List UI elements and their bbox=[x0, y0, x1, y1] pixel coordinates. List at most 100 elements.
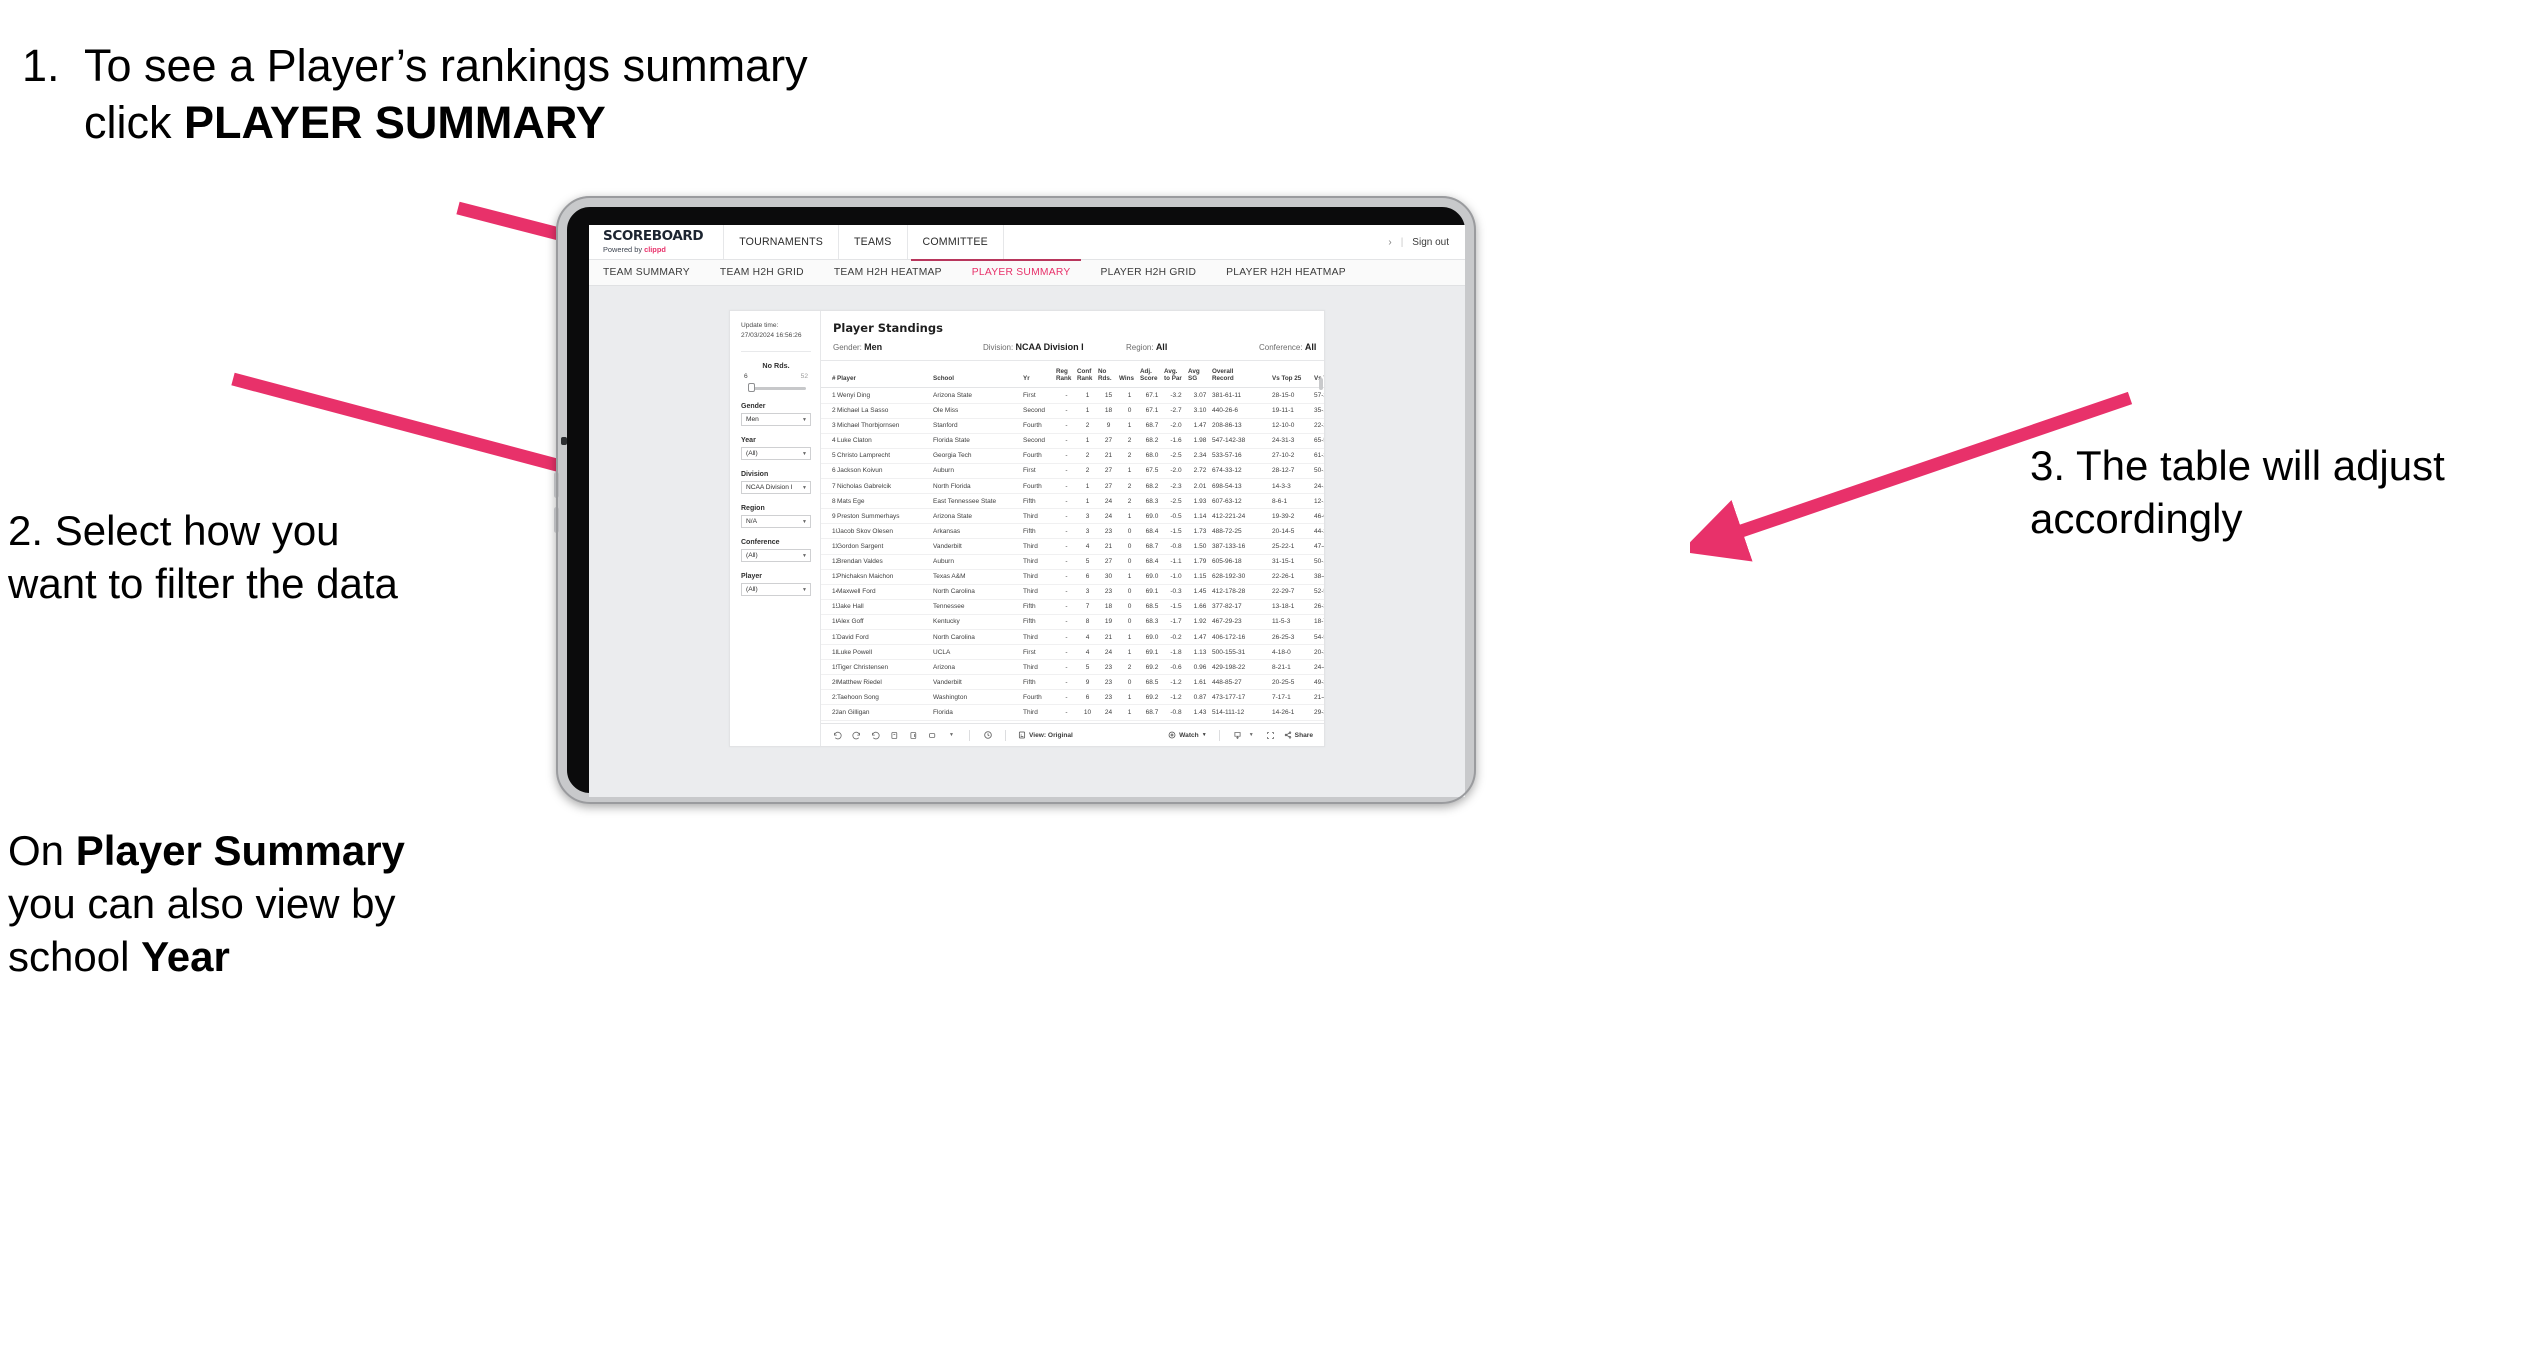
table-row[interactable]: 11Gordon SargentVanderbiltThird-421068.7… bbox=[821, 538, 1324, 555]
filter-year-value: (All) bbox=[746, 450, 758, 458]
filter-gender-select[interactable]: Men ▼ bbox=[741, 413, 811, 427]
cell-vs-top-50: 50-18-5 bbox=[1314, 554, 1324, 570]
sign-out-link[interactable]: Sign out bbox=[1412, 237, 1449, 248]
table-row[interactable]: 1 Wenyi Ding Arizona State First -1 15 1 67.1 -3… bbox=[821, 387, 1324, 404]
col-yr[interactable]: Yr bbox=[1023, 361, 1056, 389]
pause-icon[interactable] bbox=[908, 730, 919, 741]
tab-team-h2h-heatmap[interactable]: TEAM H2H HEATMAP bbox=[834, 267, 942, 278]
cell-vs-top-25: 7-17-1 bbox=[1272, 689, 1314, 706]
col-conf-rank[interactable]: Conf Rank bbox=[1077, 361, 1098, 389]
col-wins[interactable]: Wins bbox=[1119, 361, 1140, 389]
tab-team-summary[interactable]: TEAM SUMMARY bbox=[603, 267, 690, 278]
table-row[interactable]: 18Luke PowellUCLAFirst-424169.1-1.81.135… bbox=[821, 644, 1324, 661]
cell-avg-to-par: -0.8 bbox=[1164, 538, 1188, 555]
filter-region-value: N/A bbox=[746, 518, 757, 526]
cell-wins: 2 bbox=[1119, 659, 1140, 676]
undo-icon[interactable] bbox=[832, 730, 843, 741]
brand-title: SCOREBOARD bbox=[603, 227, 704, 244]
table-row[interactable]: 12Brendan ValdesAuburnThird-527068.4-1.1… bbox=[821, 554, 1324, 570]
tablet-volume-up-button[interactable] bbox=[554, 472, 559, 498]
filter-division-value: NCAA Division I bbox=[746, 484, 793, 492]
table-row[interactable]: 9 Preston Summerhays Arizona State Third -3 2… bbox=[821, 508, 1324, 525]
cell-avg-sg: 1.47 bbox=[1188, 418, 1212, 434]
cell-reg-rank: - bbox=[1056, 614, 1077, 630]
nav-item-committee[interactable]: COMMITTEE bbox=[908, 225, 1004, 259]
tab-player-h2h-grid[interactable]: PLAYER H2H GRID bbox=[1100, 267, 1196, 278]
cell-rank: 21 bbox=[821, 689, 837, 706]
summary-division: Division: NCAA Division I bbox=[983, 342, 1126, 352]
table-row[interactable]: 2 Michael La Sasso Ole Miss Second -1 18 0 67.1… bbox=[821, 403, 1324, 419]
cell-yr: Fourth bbox=[1023, 478, 1056, 495]
col-avg-sg[interactable]: Avg SG bbox=[1188, 361, 1212, 389]
col-adj-score[interactable]: Adj. Score bbox=[1140, 361, 1164, 389]
table-scrollbar[interactable] bbox=[1319, 378, 1323, 390]
col-player[interactable]: Player bbox=[837, 361, 933, 389]
nav-item-teams[interactable]: TEAMS bbox=[839, 225, 908, 259]
cell-overall-record: 488-72-25 bbox=[1212, 523, 1272, 540]
standings-table-scroll[interactable]: # Player School Yr Reg Rank Conf Rank No Rd… bbox=[821, 361, 1324, 723]
table-row[interactable]: 7 Nicholas Gabrelcik North Florida Fourth -1… bbox=[821, 478, 1324, 495]
filter-conference-select[interactable]: (All) ▼ bbox=[741, 549, 811, 563]
cell-wins: 1 bbox=[1119, 569, 1140, 585]
filter-player-select[interactable]: (All) ▼ bbox=[741, 583, 811, 597]
table-row[interactable]: 13Phichaksn MaichonTexas A&MThird-630169… bbox=[821, 569, 1324, 585]
dropdown-caret-icon[interactable]: ▼ bbox=[946, 730, 957, 741]
table-row[interactable]: 21Taehoon SongWashingtonFourth-623169.2-… bbox=[821, 689, 1324, 706]
view-original-button[interactable]: View: Original bbox=[1018, 731, 1073, 739]
brand-tagline: Powered by clippd bbox=[603, 245, 703, 254]
cell-vs-top-25: 28-12-7 bbox=[1272, 463, 1314, 480]
col-overall-record[interactable]: Overall Record bbox=[1212, 361, 1272, 389]
tab-player-summary[interactable]: PLAYER SUMMARY bbox=[972, 267, 1071, 278]
share-button[interactable]: Share bbox=[1284, 731, 1313, 739]
watch-button[interactable]: Watch ▼ bbox=[1168, 731, 1207, 739]
table-row[interactable]: 8 Mats Ege East Tennessee State Fifth -1 24 2 6… bbox=[821, 493, 1324, 510]
table-row[interactable]: 6 Jackson Koivun Auburn First -2 27 1 67.5 -2.0 2… bbox=[821, 463, 1324, 480]
table-row[interactable]: 14Maxwell FordNorth CarolinaThird-323069… bbox=[821, 584, 1324, 600]
cell-adj-score: 67.1 bbox=[1140, 387, 1164, 404]
cell-rank: 11 bbox=[821, 538, 837, 555]
table-row[interactable]: 3 Michael Thorbjornsen Stanford Fourth -2 9 1 6… bbox=[821, 418, 1324, 434]
no-rounds-slider[interactable] bbox=[741, 383, 811, 393]
filter-division-select[interactable]: NCAA Division I ▼ bbox=[741, 481, 811, 495]
cell-wins: 0 bbox=[1119, 403, 1140, 419]
filter-shape-icon[interactable] bbox=[927, 730, 938, 741]
table-row[interactable]: 10Jacob Skov OlesenArkansasFifth-323068.… bbox=[821, 523, 1324, 540]
cell-adj-score: 69.2 bbox=[1140, 689, 1164, 706]
download-icon[interactable] bbox=[1232, 730, 1243, 741]
slider-handle[interactable] bbox=[748, 383, 755, 393]
chevron-right-icon[interactable]: › bbox=[1388, 237, 1391, 248]
filter-region-select[interactable]: N/A ▼ bbox=[741, 515, 811, 529]
revert-icon[interactable] bbox=[870, 730, 881, 741]
cell-reg-rank: - bbox=[1056, 387, 1077, 404]
table-row[interactable]: 15Jake HallTennesseeFifth-718068.5-1.51.… bbox=[821, 599, 1324, 615]
tablet-volume-down-button[interactable] bbox=[554, 507, 559, 533]
col-avg-to-par[interactable]: Avg. to Par bbox=[1164, 361, 1188, 389]
col-no-rds[interactable]: No Rds. bbox=[1098, 361, 1119, 389]
table-row[interactable]: 23Jack LundinMissouriFourth-1124068.5-2.… bbox=[821, 720, 1324, 723]
col-reg-rank[interactable]: Reg Rank bbox=[1056, 361, 1077, 389]
col-school[interactable]: School bbox=[933, 361, 1023, 389]
nav-item-tournaments[interactable]: TOURNAMENTS bbox=[723, 225, 840, 259]
table-row[interactable]: 22Ian GilliganFloridaThird-1024168.7-0.8… bbox=[821, 704, 1324, 721]
fullscreen-icon[interactable] bbox=[1265, 730, 1276, 741]
history-icon[interactable] bbox=[982, 730, 993, 741]
table-row[interactable]: 19Tiger ChristensenArizonaThird-523269.2… bbox=[821, 659, 1324, 676]
tab-player-h2h-heatmap[interactable]: PLAYER H2H HEATMAP bbox=[1226, 267, 1346, 278]
table-row[interactable]: 20Matthew RiedelVanderbiltFifth-923068.5… bbox=[821, 674, 1324, 691]
table-row[interactable]: 5 Christo Lamprecht Georgia Tech Fourth -2 21… bbox=[821, 448, 1324, 464]
table-row[interactable]: 17David FordNorth CarolinaThird-421169.0… bbox=[821, 629, 1324, 646]
filter-divider bbox=[741, 351, 811, 353]
cell-overall-record: 500-155-31 bbox=[1212, 644, 1272, 661]
cell-rank: 8 bbox=[821, 493, 837, 510]
table-row[interactable]: 16Alex GoffKentuckyFifth-819068.3-1.71.9… bbox=[821, 614, 1324, 630]
refresh-icon[interactable] bbox=[889, 730, 900, 741]
cell-vs-top-25: 14-20-1 bbox=[1272, 720, 1314, 723]
table-row[interactable]: 4 Luke Claton Florida State Second -1 27 2 68.2… bbox=[821, 433, 1324, 449]
redo-icon[interactable] bbox=[851, 730, 862, 741]
brand-logo[interactable]: SCOREBOARD Powered by clippd bbox=[589, 225, 715, 259]
col-rank[interactable]: # bbox=[821, 361, 837, 389]
dropdown-caret-icon[interactable]: ▼ bbox=[1246, 730, 1257, 741]
tab-team-h2h-grid[interactable]: TEAM H2H GRID bbox=[720, 267, 804, 278]
col-vs-top-25[interactable]: Vs Top 25 bbox=[1272, 361, 1314, 389]
filter-year-select[interactable]: (All) ▼ bbox=[741, 447, 811, 461]
